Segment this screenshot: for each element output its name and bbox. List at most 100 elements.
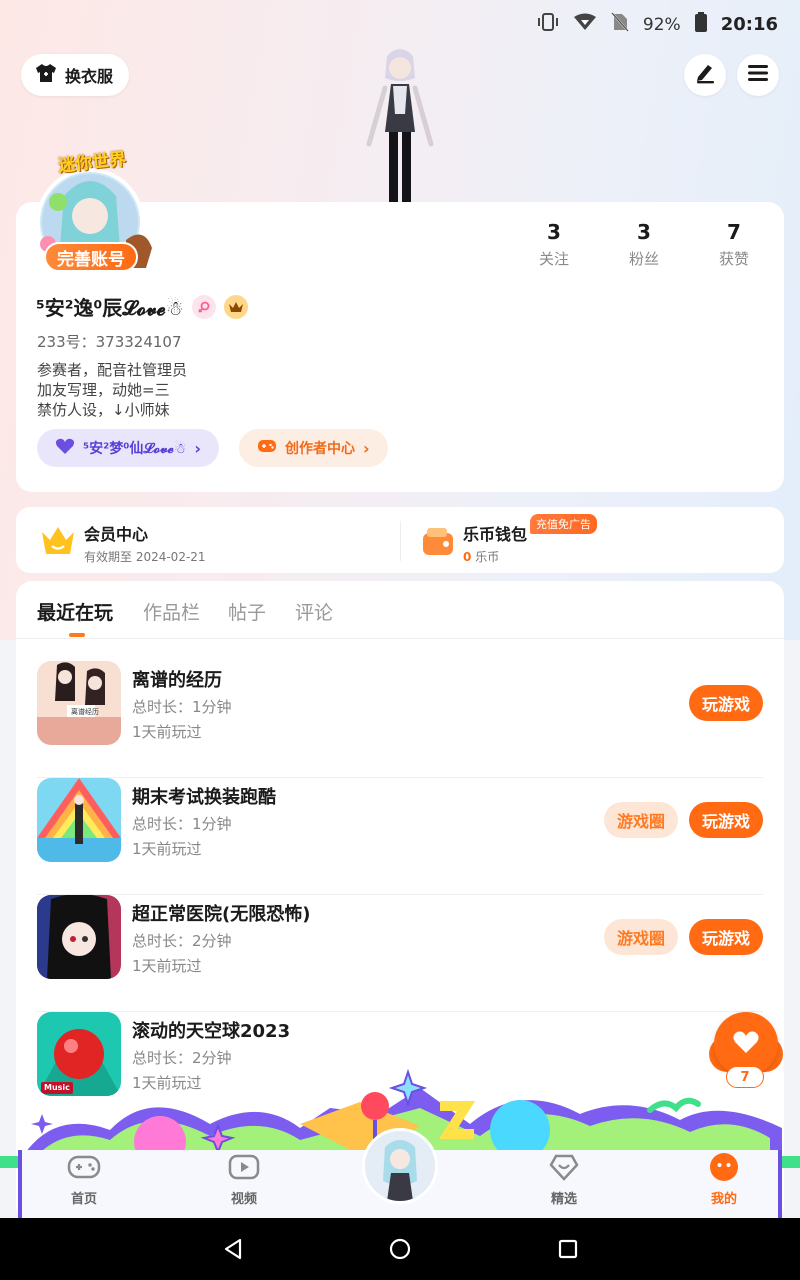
edit-profile-button[interactable]	[684, 54, 726, 96]
game-duration: 总时长：2分钟	[132, 1049, 232, 1067]
game-thumbnail[interactable]: 离谱经历	[37, 661, 121, 745]
nav-featured-label: 精选	[550, 1192, 577, 1207]
face-icon	[709, 1152, 739, 1186]
battery-percent: 92%	[642, 14, 681, 35]
tab-works[interactable]: 作品栏	[143, 598, 200, 625]
complete-account-button[interactable]: 完善账号	[44, 242, 138, 272]
gamepad-icon	[67, 1153, 101, 1185]
wallet-unit: 乐币	[475, 550, 500, 564]
nav-home-label: 首页	[70, 1192, 97, 1207]
game-duration: 总时长：2分钟	[132, 932, 232, 950]
member-wallet-card: 会员中心 有效期至 2024-02-21 乐币钱包 0 乐币 充值免广告	[16, 507, 784, 573]
game-duration: 总时长：1分钟	[132, 815, 232, 833]
heart-icon	[55, 437, 75, 459]
no-sim-icon	[611, 12, 629, 37]
game-title: 离谱的经历	[132, 670, 222, 691]
following-label: 关注	[538, 250, 569, 268]
game-title: 超正常医院(无限恐怖)	[132, 904, 311, 925]
wifi-icon	[573, 13, 597, 36]
fans-label: 粉丝	[628, 250, 659, 268]
game-row[interactable]: 期末考试换装跑酷 总时长：1分钟 1天前玩过 游戏圈 玩游戏	[37, 778, 763, 895]
play-game-button[interactable]: 玩游戏	[689, 802, 763, 838]
status-bar: 92% 20:16	[0, 0, 800, 46]
tab-comments[interactable]: 评论	[295, 598, 333, 625]
game-last-played: 1天前玩过	[132, 723, 202, 741]
crown-icon	[40, 524, 76, 562]
wallet-title: 乐币钱包	[463, 525, 528, 544]
avatar[interactable]: 迷你世界 完善账号	[34, 149, 164, 276]
game-title: 滚动的天空球2023	[132, 1021, 291, 1042]
game-thumbnail[interactable]	[37, 895, 121, 979]
heart-icon	[732, 1030, 760, 1058]
play-game-button[interactable]: 玩游戏	[689, 919, 763, 955]
partner-chip[interactable]: ⁵安²梦⁰仙𝓛𝓸𝓿𝓮☃ ›	[37, 429, 219, 467]
nav-featured[interactable]: 精选	[524, 1154, 604, 1207]
game-last-played: 1天前玩过	[132, 840, 202, 858]
chevron-right-icon: ›	[194, 438, 201, 458]
game-row[interactable]: 超正常医院(无限恐怖) 总时长：2分钟 1天前玩过 游戏圈 玩游戏	[37, 895, 763, 1012]
likes-label: 获赞	[718, 250, 749, 268]
user-id: 233号：373324107	[37, 333, 182, 351]
following-count: 3	[547, 220, 561, 244]
bio-line: 参赛者，配音社管理员	[37, 361, 188, 379]
vip-center-entry[interactable]: 会员中心 有效期至 2024-02-21	[40, 521, 206, 565]
heart-diamond-icon	[548, 1153, 580, 1185]
bio: 参赛者，配音社管理员 加友写理，动她=三 禁仿人设，↓小师妹	[37, 360, 187, 420]
likes-count: 7	[727, 220, 741, 244]
avatar-character[interactable]	[355, 44, 445, 204]
username-row: ⁵安²逸⁰辰𝓛𝓸𝓿𝓮☃	[36, 292, 248, 321]
creator-center-chip[interactable]: 创作者中心 ›	[239, 429, 388, 467]
vip-expiry: 有效期至 2024-02-21	[84, 550, 206, 564]
stat-likes[interactable]: 7 获赞	[699, 220, 769, 269]
recharge-no-ads-badge: 充值免广告	[530, 514, 597, 534]
game-row[interactable]: 离谱经历 离谱的经历 总时长：1分钟 1天前玩过 玩游戏	[37, 661, 763, 778]
wallet-icon	[421, 525, 455, 561]
profile-tabs: 最近在玩 作品栏 帖子 评论	[16, 581, 784, 639]
bio-line: 禁仿人设，↓小师妹	[37, 401, 170, 419]
wallet-balance: 0 乐币	[463, 548, 527, 565]
system-navigation-bar	[0, 1218, 800, 1280]
active-tab-indicator	[69, 633, 85, 637]
play-game-button[interactable]: 玩游戏	[689, 685, 763, 721]
wallet-entry[interactable]: 乐币钱包 0 乐币	[421, 521, 527, 565]
crown-badge-icon[interactable]	[223, 294, 248, 319]
tab-recently-played[interactable]: 最近在玩	[37, 598, 113, 625]
stat-following[interactable]: 3 关注	[519, 220, 589, 269]
divider	[400, 521, 401, 561]
stat-fans[interactable]: 3 粉丝	[609, 220, 679, 269]
clock: 20:16	[720, 14, 778, 35]
username: ⁵安²逸⁰辰𝓛𝓸𝓿𝓮☃	[36, 296, 184, 320]
nav-mine[interactable]: 我的	[684, 1152, 764, 1207]
game-circle-button[interactable]: 游戏圈	[604, 919, 678, 955]
recents-icon[interactable]	[558, 1239, 578, 1263]
partner-name: ⁵安²梦⁰仙𝓛𝓸𝓿𝓮☃	[83, 441, 187, 457]
change-outfit-label: 换衣服	[65, 67, 114, 86]
menu-button[interactable]	[737, 54, 779, 96]
vibrate-icon	[537, 12, 559, 37]
female-gender-icon	[191, 294, 216, 319]
wallet-amount: 0	[463, 550, 472, 564]
thumb-text: 离谱经历	[71, 708, 99, 716]
home-icon[interactable]	[389, 1238, 411, 1264]
nav-home[interactable]: 首页	[44, 1154, 124, 1207]
profile-card: 迷你世界 完善账号 3 关注 3 粉丝 7 获赞 ⁵安²逸⁰辰𝓛𝓸𝓿𝓮☃ 233…	[16, 149, 784, 492]
game-last-played: 1天前玩过	[132, 957, 202, 975]
complete-account-label: 完善账号	[57, 249, 125, 270]
chevron-right-icon: ›	[363, 438, 370, 458]
game-thumbnail[interactable]	[37, 778, 121, 862]
video-play-icon	[228, 1153, 260, 1185]
change-outfit-button[interactable]: 换衣服	[21, 54, 130, 96]
game-circle-button[interactable]: 游戏圈	[604, 802, 678, 838]
game-duration: 总时长：1分钟	[132, 698, 232, 716]
fans-count: 3	[637, 220, 651, 244]
bio-line: 加友写理，动她=三	[37, 381, 170, 399]
nav-center-avatar-button[interactable]	[362, 1128, 438, 1204]
vip-center-title: 会员中心	[84, 525, 149, 544]
nav-video[interactable]: 视频	[204, 1154, 284, 1207]
hamburger-menu-icon	[747, 64, 769, 86]
game-title: 期末考试换装跑酷	[132, 787, 276, 808]
tab-posts[interactable]: 帖子	[228, 598, 266, 625]
back-icon[interactable]	[222, 1238, 244, 1264]
gamepad-icon	[257, 438, 277, 458]
battery-icon	[694, 12, 707, 37]
